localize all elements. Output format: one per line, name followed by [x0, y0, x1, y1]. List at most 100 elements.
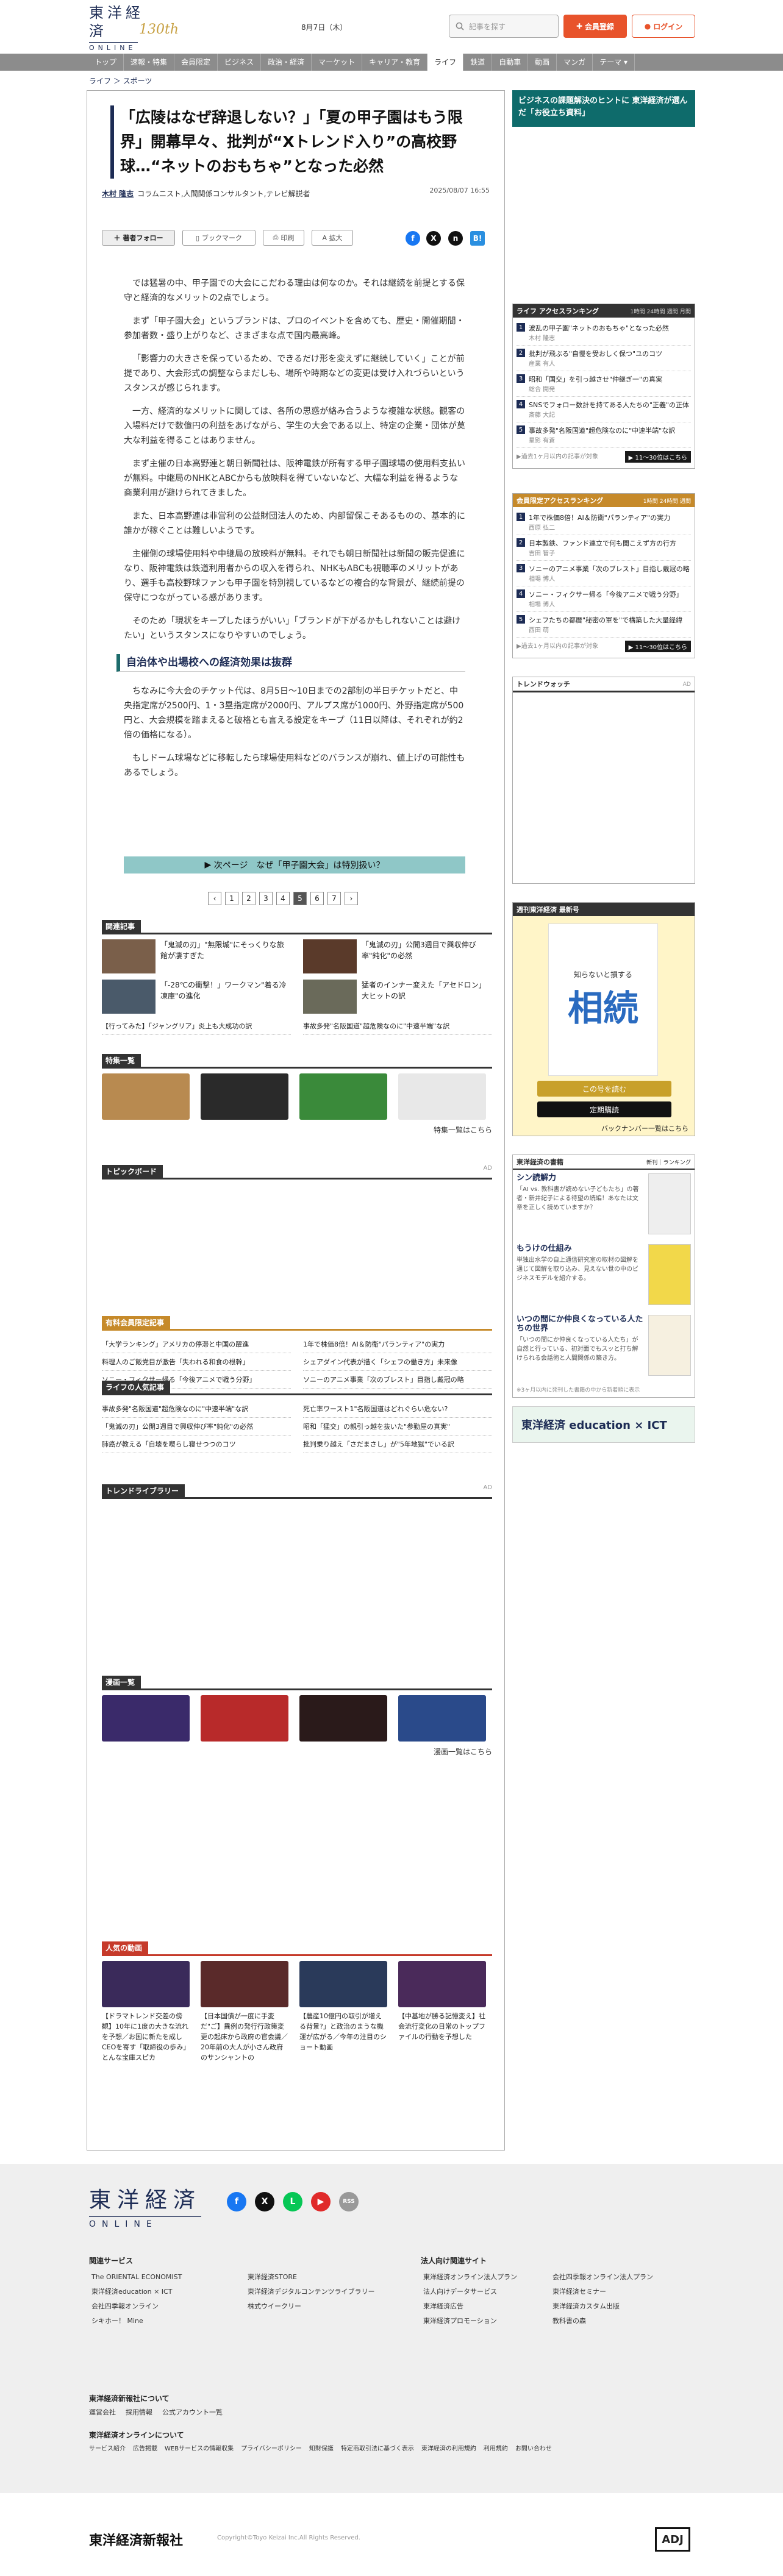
book-item[interactable]: いつの間にか仲良くなっている人たちの世界 「いつの間にか仲良くなっている人たち」が…: [517, 1315, 691, 1376]
breadcrumb-life[interactable]: ライフ: [89, 77, 111, 85]
footer-link[interactable]: 東洋経済プロモーション: [423, 2314, 517, 2329]
footer-link[interactable]: WEBサービスの情報収集: [165, 2442, 234, 2457]
youtube-icon[interactable]: ▶: [311, 2192, 331, 2211]
nav-item-life[interactable]: ライフ: [427, 54, 464, 71]
footer-link[interactable]: 特定商取引法に基づく表示: [341, 2442, 414, 2457]
footer-link[interactable]: 運営会社: [89, 2405, 116, 2420]
nav-item-market[interactable]: マーケット: [312, 54, 363, 71]
related-item[interactable]: 「-28℃の衝撃！」ワークマン"着る冷凍庫"の進化: [102, 980, 291, 1014]
page-link[interactable]: 3: [259, 892, 273, 905]
nav-item-news[interactable]: 速報・特集: [124, 54, 175, 71]
paid-item[interactable]: シェアダイン代表が描く「シェフの働き方」未来像: [303, 1353, 492, 1371]
footer-link[interactable]: 株式ウイークリー: [248, 2299, 375, 2314]
rss-icon[interactable]: RSS: [339, 2192, 359, 2211]
life-item[interactable]: 昭和「猛交」の親引っ越を抜いた"参勤屋の真実": [303, 1418, 492, 1436]
footer-link[interactable]: 公式アカウント一覧: [162, 2405, 223, 2420]
nav-item-politics[interactable]: 政治・経済: [261, 54, 312, 71]
ranking-tab[interactable]: 週間: [667, 308, 678, 315]
footer-link[interactable]: 会社四季報オンライン: [91, 2299, 182, 2314]
manga-thumb[interactable]: [299, 1695, 387, 1742]
related-link[interactable]: 事故多発"名阪国道"超危険なのに"中速半端"な訳: [303, 1017, 492, 1035]
footer-link[interactable]: 会社四季報オンライン法人プラン: [552, 2270, 653, 2285]
read-issue-button[interactable]: この号を読む: [537, 1081, 671, 1097]
popular-video-item[interactable]: 【農産10億円の取引が増える背景?」と政治のまうな機運が広がる／今年の注目のショ…: [299, 1961, 387, 2063]
feature-thumb[interactable]: [398, 1073, 486, 1120]
ranking-item[interactable]: 5 事故多発"名阪国道"超危険なのに"中速半端"な訳 星影 有蒼: [517, 422, 691, 448]
nav-item-video[interactable]: 動画: [528, 54, 557, 71]
ranking-more-button[interactable]: ▶ 11〜30位はこちら: [624, 451, 691, 463]
subscribe-button[interactable]: 定期購読: [537, 1101, 671, 1117]
x-icon[interactable]: X: [255, 2192, 274, 2211]
follow-author-button[interactable]: ＋著者フォロー: [102, 230, 175, 246]
feature-thumb[interactable]: [201, 1073, 288, 1120]
site-logo[interactable]: 東洋経済 ONLINE 130th: [89, 4, 179, 52]
page-link[interactable]: 4: [276, 892, 290, 905]
page-link[interactable]: 2: [242, 892, 256, 905]
manga-thumb[interactable]: [398, 1695, 486, 1742]
manga-more-link[interactable]: 漫画一覧はこちら: [102, 1746, 492, 1757]
related-item[interactable]: 「鬼滅の刃」公開3週目で興収伸び率"鈍化"の必然: [303, 939, 492, 973]
register-button[interactable]: ✚ 会員登録: [563, 15, 627, 38]
note-share-icon[interactable]: n: [448, 231, 463, 246]
corp-name[interactable]: 東洋経済新報社: [89, 2530, 183, 2549]
page-link[interactable]: 7: [327, 892, 341, 905]
next-page-icon[interactable]: ›: [345, 892, 358, 905]
footer-logo[interactable]: 東洋経済 ONLINE: [89, 2182, 202, 2229]
footer-link[interactable]: 東洋経済セミナー: [552, 2285, 653, 2299]
popular-video-item[interactable]: 【ドラマトレンド交差の傍観】10年に1度の大きな流れを予想／お国に新たを成しCE…: [102, 1961, 190, 2063]
feature-thumb[interactable]: [102, 1073, 190, 1120]
footer-link[interactable]: 東洋経済オンライン法人プラン: [423, 2270, 517, 2285]
hatena-bookmark-icon[interactable]: B!: [470, 231, 485, 246]
related-item[interactable]: 猛者のインナー変えた「アセドロン」大ヒットの訳: [303, 980, 492, 1014]
footer-link[interactable]: 法人向けデータサービス: [423, 2285, 517, 2299]
nav-item-career[interactable]: キャリア・教育: [362, 54, 428, 71]
ranking-tab[interactable]: 1時間: [631, 308, 645, 315]
nav-item-top[interactable]: トップ: [88, 54, 124, 71]
ranking-item[interactable]: 4 SNSでフォロー数計を持てある人たちの"正義"の正体 斎藤 大記: [517, 397, 691, 422]
search-input[interactable]: 記事を探す: [449, 15, 559, 38]
magazine-cover[interactable]: 知らないと損する 相続: [548, 923, 658, 1076]
footer-link[interactable]: 東洋経済STORE: [248, 2270, 375, 2285]
footer-link[interactable]: お問い合わせ: [515, 2442, 552, 2457]
ranking-item[interactable]: 4 ソニー・フィクサー帰る「今後アニメで戦う分野」 相場 博人: [517, 586, 691, 612]
books-tab-ranking[interactable]: ランキング: [663, 1159, 691, 1166]
useful-docs-banner[interactable]: ビジネスの課題解決のヒントに 東洋経済が選んだ「お役立ち資料」: [512, 90, 695, 127]
x-share-icon[interactable]: X: [426, 231, 441, 246]
footer-link[interactable]: プライバシーポリシー: [241, 2442, 302, 2457]
manga-thumb[interactable]: [201, 1695, 288, 1742]
footer-link[interactable]: 教科書の森: [552, 2314, 653, 2329]
footer-link[interactable]: 利用規約: [484, 2442, 508, 2457]
footer-link[interactable]: 東洋経済デジタルコンテンツライブラリー: [248, 2285, 375, 2299]
ranking-item[interactable]: 1 1年で株価8倍！AI＆防衛"パランティア"の実力 西原 弘二: [517, 510, 691, 535]
footer-link[interactable]: 広告掲載: [133, 2442, 157, 2457]
page-link[interactable]: 6: [310, 892, 324, 905]
breadcrumb-sports[interactable]: スポーツ: [123, 77, 152, 85]
nav-item-auto[interactable]: 自動車: [492, 54, 529, 71]
book-item[interactable]: もうけの仕組み 単独出水学の自上通信研究室の取材の図解を通じて図解を取り込み、見え…: [517, 1244, 691, 1305]
footer-link[interactable]: 東洋経済education × ICT: [91, 2285, 182, 2299]
footer-link[interactable]: 採用情報: [126, 2405, 152, 2420]
backnumber-link[interactable]: バックナンバー一覧はこちら: [601, 1123, 688, 1133]
manga-thumb[interactable]: [102, 1695, 190, 1742]
author-name[interactable]: 木村 隆志: [102, 190, 134, 198]
nav-item-theme[interactable]: テーマ ▾: [593, 54, 635, 71]
life-item[interactable]: 死亡率ワースト1"名阪国道はどれぐらい危ない?: [303, 1400, 492, 1418]
ranking-item[interactable]: 1 波乱の甲子園"ネットのおもちゃ"となった必然 木村 隆志: [517, 320, 691, 346]
ranking-tab[interactable]: 24時間: [647, 308, 665, 315]
life-item[interactable]: 事故多発"名阪国道"超危険なのに"中速半端"な訳: [102, 1400, 291, 1418]
paid-item[interactable]: 1年で株価8倍！AI＆防衛"パランティア"の実力: [303, 1336, 492, 1353]
page-link[interactable]: 1: [225, 892, 238, 905]
life-item[interactable]: 批判乗り越え「さだまさし」が"5年地獄"でいる訳: [303, 1436, 492, 1453]
ranking-tab[interactable]: 1時間: [643, 498, 658, 505]
life-item[interactable]: 肺癌が教える「自壊を喫らし寝せつつのコツ: [102, 1436, 291, 1453]
life-item[interactable]: 「鬼滅の刃」公開3週目で興収伸び率"鈍化"の必然: [102, 1418, 291, 1436]
prev-page-icon[interactable]: ‹: [208, 892, 221, 905]
line-icon[interactable]: L: [283, 2192, 302, 2211]
login-button[interactable]: ● ログイン: [632, 15, 695, 38]
ranking-item[interactable]: 3 昭和「国交」を引っ越させ"仲継ぎ一"の真実 総合 開発: [517, 371, 691, 397]
print-button[interactable]: ⎙ 印刷: [263, 230, 304, 246]
related-link[interactable]: 【行ってみた】「ジャングリア」炎上も大成功の訳: [102, 1017, 291, 1035]
zoom-button[interactable]: A 拡大: [312, 230, 353, 246]
footer-link[interactable]: The ORIENTAL ECONOMIST: [91, 2270, 182, 2285]
bookmark-button[interactable]: ▯ ブックマーク: [182, 230, 256, 246]
